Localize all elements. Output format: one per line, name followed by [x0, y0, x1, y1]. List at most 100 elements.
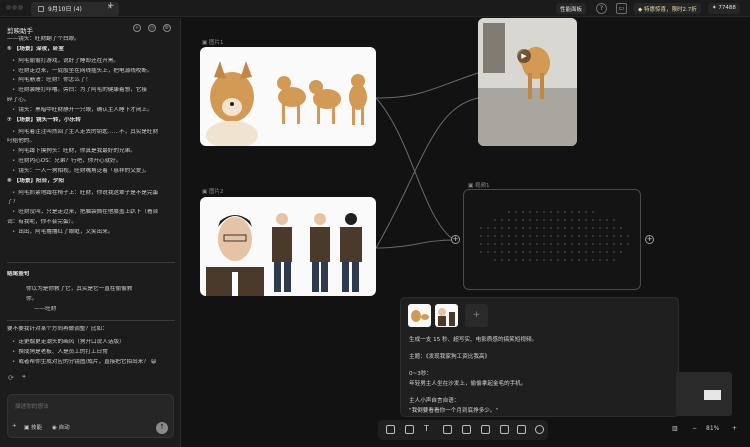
video-card[interactable]: ▶ — [478, 18, 577, 146]
chat-input[interactable]: 描述你的想法 + ▣ 技能 ◉ 自动 ↑ — [7, 394, 174, 438]
card1-label: ▣ 图片1 — [202, 40, 224, 46]
chat-line: 碎了心。 — [7, 97, 30, 103]
skill-label: 技能 — [30, 425, 42, 431]
project-icon — [38, 6, 44, 12]
spark-icon: ✦ — [712, 5, 717, 11]
perf-panel-button[interactable]: 性能面板 — [556, 3, 587, 14]
chat-line: 词：有我呢，你不会完蛋）。 — [7, 219, 77, 225]
chat-line: 镜头：一人一狗相视，旺财嘴角泛着「慈祥的父爱」。 — [12, 168, 193, 175]
zoom-level: 81% — [706, 425, 720, 432]
video-label: ▣ 视频1 — [468, 183, 490, 189]
ending-quote-1: 你以为是你救了它，其实是它一直在偷偷救 — [26, 286, 133, 292]
upload-icon[interactable] — [405, 425, 414, 434]
text-icon[interactable]: T — [424, 424, 433, 433]
tab-title: 9月10日 (4) — [48, 6, 82, 13]
minimap[interactable] — [676, 372, 732, 416]
prompt-line: "我倒要看看你一个月到底挣多少。" — [409, 408, 499, 414]
history-icon[interactable]: ◷ — [148, 24, 156, 32]
settings-icon[interactable]: ⚙ — [163, 24, 171, 32]
add-reference-button[interactable]: + — [465, 304, 488, 327]
zoom-out-icon[interactable]: − — [692, 425, 697, 432]
chat-line: 出出，阿毛撸撸红了眼眶，又笑出来。 — [12, 229, 193, 236]
send-button[interactable]: ↑ — [156, 422, 168, 434]
image-card-person[interactable] — [200, 197, 376, 296]
screen-icon[interactable]: ▭ — [616, 3, 627, 14]
quote-icon[interactable]: ❝ — [22, 374, 26, 382]
prompt-card[interactable]: + 生成一支 15 秒、超写实、电影质感的搞笑短视频。 主题：《发现我家狗工资比… — [400, 297, 679, 417]
map-icon[interactable]: ▥ — [672, 425, 678, 432]
prompt-line: 生成一支 15 秒、超写实、电影质感的搞笑短视频。 — [409, 337, 538, 343]
image-icon[interactable] — [443, 425, 452, 434]
chat-line: 旺财内心OS：兄弟？行吧，你开心就好。 — [12, 158, 193, 165]
skill-button[interactable]: ▣ 技能 — [24, 423, 42, 431]
credits-badge[interactable]: ✦ 77488 — [708, 3, 740, 14]
prompt-line: 0~3秒： — [409, 371, 432, 377]
auto-icon: ◉ — [52, 425, 57, 431]
chat-line: 镜头：黑暗中旺财静开一只眼，确认主人睡下才闭上。 — [12, 107, 193, 114]
diamond-icon: ◆ — [638, 7, 643, 13]
prompt-line: 主人小声自言自语： — [409, 398, 460, 404]
add-input-icon[interactable]: + — [451, 235, 460, 244]
prompt-line: 主题：《发现我家狗工资比我高》 — [409, 354, 491, 360]
chat-line: 阿毛抓紧地蹲在椅子上：旺财，你说我这辈子是不是完蛋 — [12, 190, 193, 197]
chat-line: 了？ — [7, 199, 19, 206]
video-thumbnail — [478, 18, 577, 146]
chat-line: 阿毛着注注叫然回了主人走去的钥匙……不，其实是旺财 — [12, 129, 193, 136]
promo-badge[interactable]: ◆ 特惠惊喜，限时2.7折 — [634, 3, 701, 14]
ending-title: 结尾金句 — [7, 271, 30, 277]
divider — [7, 320, 175, 321]
person-image — [206, 213, 362, 296]
folder-icon[interactable] — [386, 425, 395, 434]
tab-project[interactable]: 9月10日 (4) ✕ — [31, 2, 119, 16]
storyboard-icon[interactable] — [517, 425, 526, 434]
video-icon[interactable] — [462, 425, 471, 434]
new-chat-icon[interactable]: + — [133, 24, 141, 32]
loading-dots — [480, 211, 629, 261]
ending-quote-2: 你。 — [26, 296, 38, 302]
chat-line: 叼给他的。 — [7, 138, 35, 145]
link-icon[interactable] — [535, 425, 544, 434]
followup-text: 要不要我针对某个方向再做调整？比如： — [7, 326, 108, 332]
chat-line: 旺财没叫，只是走过来，把脑袋搁在他膝盖上趴下（看台 — [12, 209, 193, 216]
auto-button[interactable]: ◉ 自动 — [52, 423, 70, 431]
chat-line: 旺财走过来，一屁股坐在网线插头上，把电源线咬断。 — [12, 68, 193, 75]
ref-thumb-person[interactable] — [435, 304, 458, 327]
audio-icon[interactable] — [481, 425, 490, 434]
document-icon[interactable] — [500, 425, 509, 434]
option-item[interactable]: 走更煽更走潮头的画风（狗开口说人话版） — [12, 339, 193, 346]
chat-line: ——镜头：旺财翻了个白眼。 — [7, 36, 80, 42]
attach-icon[interactable]: + — [12, 423, 17, 429]
top-bar: 9月10日 (4) ✕ + 性能面板 ? ▭ ◆ 特惠惊喜，限时2.7折 ✦ 7… — [0, 0, 750, 17]
option-item[interactable]: 换成狗是老板、人是员工的打工日常 — [12, 349, 193, 356]
card2-label: ▣ 图片2 — [202, 189, 224, 195]
help-icon[interactable]: ? — [596, 3, 607, 14]
input-placeholder: 描述你的想法 — [15, 404, 49, 410]
chat-line: 阿毛崩溃：旺财！你怎么了！ — [12, 77, 193, 84]
panel-title: 剪映助手 — [7, 27, 33, 35]
credits-value: 77488 — [718, 5, 736, 11]
add-output-icon[interactable]: + — [645, 235, 654, 244]
scene-heading: ⑤ 【场景】深夜，卧室 — [7, 45, 65, 52]
zoom-controls: ▥ − 81% + — [672, 424, 744, 436]
chat-line: 阿毛蹲下摸狗头：旺财，你真是我最好的兄弟。 — [12, 148, 193, 155]
play-icon[interactable]: ▶ — [517, 49, 531, 63]
scene-heading: ⑧ 【场景】阳台，夕阳 — [7, 177, 65, 184]
zoom-in-icon[interactable]: + — [732, 425, 737, 432]
refresh-icon[interactable]: ⟳ — [8, 374, 14, 382]
canvas-toolbar: T — [378, 420, 548, 440]
image-card-dogs[interactable] — [200, 47, 376, 146]
video-generator-node[interactable] — [463, 189, 641, 290]
chat-line: 旺财装睡打呼噜。旁白：为了阿毛的健康着想，它接 — [12, 87, 193, 94]
skill-icon: ▣ — [24, 425, 30, 431]
ref-thumb-dogs[interactable] — [408, 304, 431, 327]
prompt-line: 年轻男主人坐在沙发上，偷偷拿起金毛的手机。 — [409, 381, 527, 387]
minimap-viewport[interactable] — [704, 390, 721, 400]
new-tab-button[interactable]: + — [107, 1, 115, 11]
window-controls[interactable] — [6, 5, 24, 11]
chat-line: 阿毛偷偷打游戏，说好了睡却还在开黑。 — [12, 58, 193, 65]
scene-heading: ⑦ 【场景】镜头一转，小乐转 — [7, 116, 81, 123]
divider — [7, 262, 175, 263]
option-item[interactable]: 或者帮你生成对应的分镜图/成片，直接把它拍出来？ 😄 — [12, 359, 193, 366]
canvas[interactable]: ▣ 图片1 ▣ 图片2 ▶ ▣ 视频1 + + + 生成一支 15 秒、超写实、… — [182, 18, 750, 447]
auto-label: 自动 — [58, 425, 70, 431]
